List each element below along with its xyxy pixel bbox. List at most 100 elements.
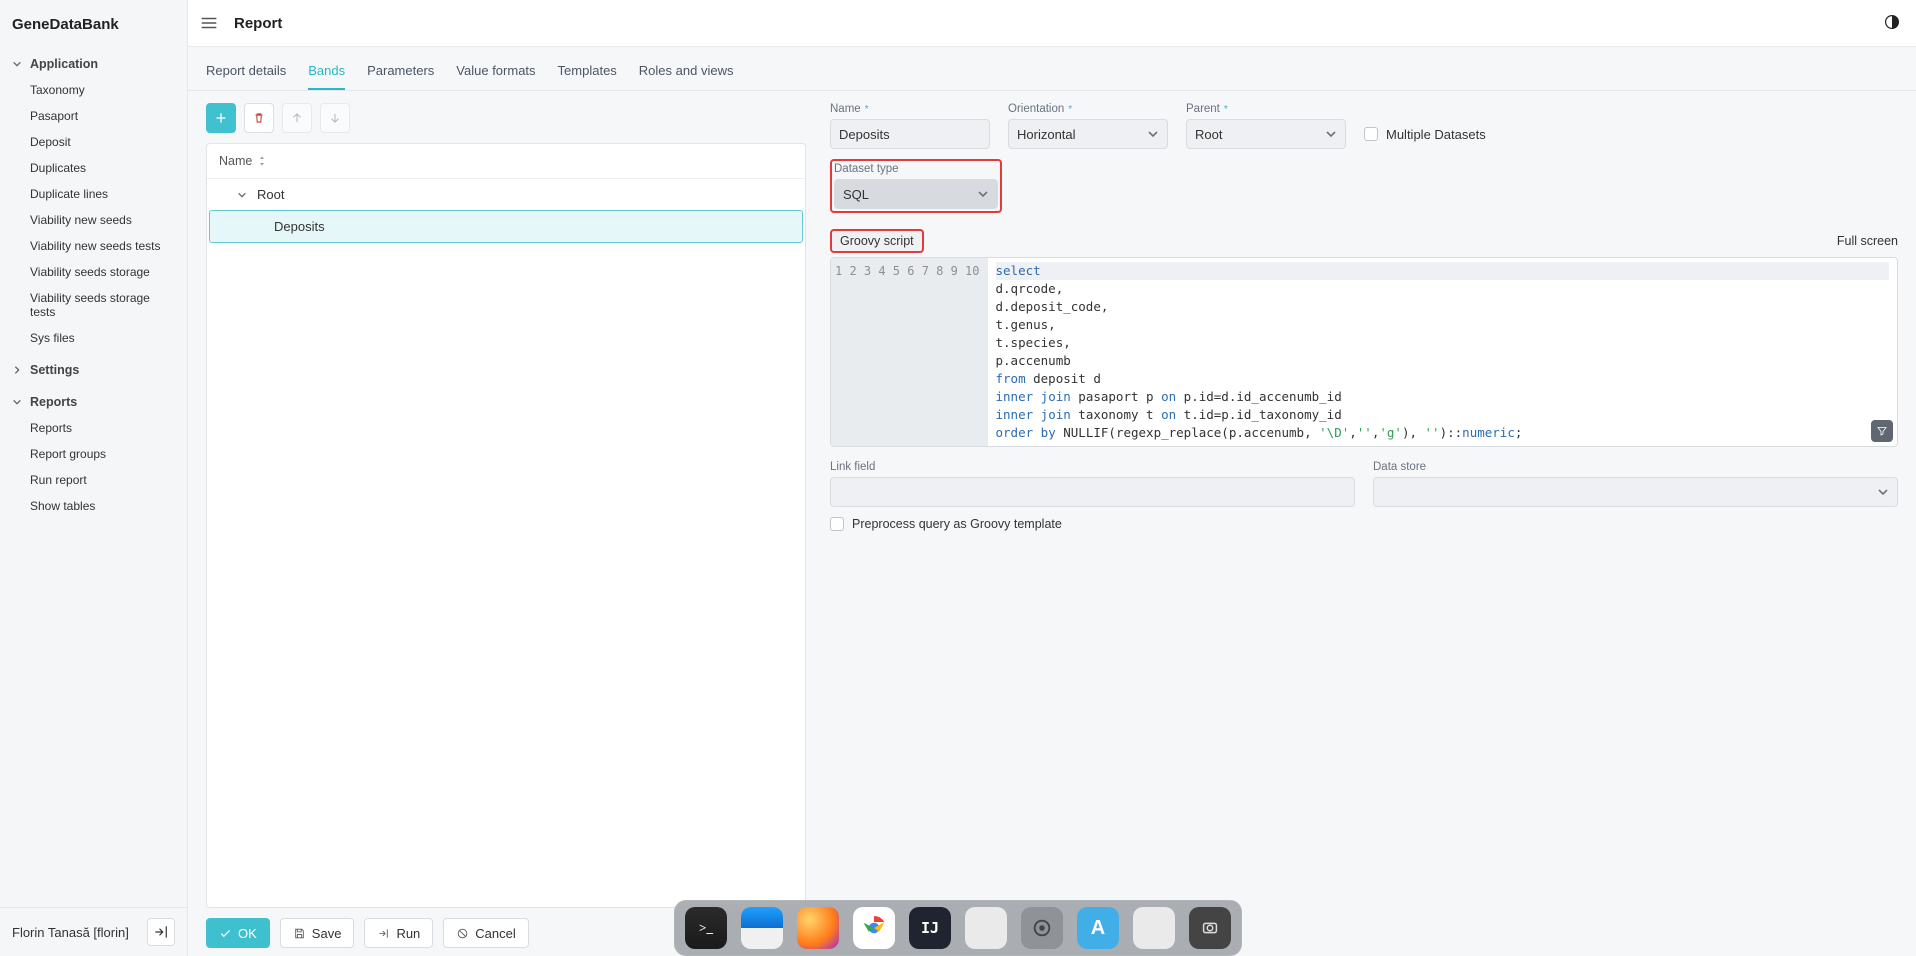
theme-toggle-button[interactable]	[1884, 14, 1902, 32]
dock-firefox-icon[interactable]	[797, 907, 839, 949]
move-down-button[interactable]	[320, 103, 350, 133]
delete-band-button[interactable]	[244, 103, 274, 133]
tab-templates[interactable]: Templates	[558, 57, 617, 90]
tab-parameters[interactable]: Parameters	[367, 57, 434, 90]
sidebar-header-label: Settings	[30, 363, 79, 377]
sidebar-item-viability-seeds-storage[interactable]: Viability seeds storage	[0, 259, 187, 285]
label-preprocess: Preprocess query as Groovy template	[852, 517, 1062, 531]
menu-toggle-button[interactable]	[196, 10, 222, 36]
funnel-icon	[1876, 425, 1888, 437]
run-button[interactable]: Run	[364, 918, 433, 948]
tab-roles-and-views[interactable]: Roles and views	[639, 57, 734, 90]
sort-icon	[258, 155, 266, 167]
chevron-down-icon	[1877, 486, 1889, 498]
dock-app2-icon[interactable]	[1133, 907, 1175, 949]
sidebar-item-pasaport[interactable]: Pasaport	[0, 103, 187, 129]
dock-terminal-icon[interactable]: >_	[685, 907, 727, 949]
band-row-root[interactable]: Root	[207, 179, 805, 210]
tab-value-formats[interactable]: Value formats	[456, 57, 535, 90]
bands-left-column: Name Root	[206, 103, 806, 908]
sidebar-item-show-tables[interactable]: Show tables	[0, 493, 187, 519]
sidebar-header-reports[interactable]: Reports	[0, 389, 187, 415]
sidebar-header-application[interactable]: Application	[0, 51, 187, 77]
field-link-field: Link field	[830, 461, 1355, 507]
sidebar-item-deposit[interactable]: Deposit	[0, 129, 187, 155]
highlight-dataset-type: Dataset type SQL	[830, 159, 1002, 213]
tab-bands[interactable]: Bands	[308, 57, 345, 90]
move-up-button[interactable]	[282, 103, 312, 133]
chevron-down-icon	[977, 188, 989, 200]
brand-title: GeneDataBank	[0, 0, 187, 47]
logout-button[interactable]	[147, 918, 175, 946]
field-multiple-datasets[interactable]: Multiple Datasets	[1364, 119, 1486, 149]
plus-icon	[214, 111, 228, 125]
checkbox-preprocess[interactable]	[830, 517, 844, 531]
dock-intellij-icon[interactable]: IJ	[909, 907, 951, 949]
dock-settings-icon[interactable]	[1021, 907, 1063, 949]
field-preprocess[interactable]: Preprocess query as Groovy template	[830, 517, 1898, 531]
content-area: Report details Bands Parameters Value fo…	[188, 47, 1916, 956]
dock-screenshot-icon[interactable]	[1189, 907, 1231, 949]
label-link-field: Link field	[830, 461, 1355, 473]
label-orientation: Orientation	[1008, 103, 1168, 115]
select-orientation[interactable]: Horizontal	[1008, 119, 1168, 149]
band-row-deposits[interactable]: Deposits	[209, 210, 803, 243]
ok-button[interactable]: OK	[206, 918, 270, 948]
select-dataset-type-value: SQL	[843, 187, 869, 202]
sidebar-item-duplicates[interactable]: Duplicates	[0, 155, 187, 181]
sidebar-section-reports: Reports Reports Report groups Run report…	[0, 385, 187, 521]
sidebar-item-report-groups[interactable]: Report groups	[0, 441, 187, 467]
tab-report-details[interactable]: Report details	[206, 57, 286, 90]
chevron-down-icon	[237, 190, 249, 200]
trash-icon	[252, 111, 266, 125]
sidebar-item-duplicate-lines[interactable]: Duplicate lines	[0, 181, 187, 207]
contrast-icon	[1884, 14, 1902, 30]
sidebar-item-reports[interactable]: Reports	[0, 415, 187, 441]
checkbox-multiple-datasets[interactable]	[1364, 127, 1378, 141]
sidebar-item-viability-new-seeds-tests[interactable]: Viability new seeds tests	[0, 233, 187, 259]
dock-chrome-icon[interactable]	[853, 907, 895, 949]
sidebar-section-application: Application Taxonomy Pasaport Deposit Du…	[0, 47, 187, 353]
field-parent: Parent Root	[1186, 103, 1346, 149]
main-area: Report Report details Bands Parameters V…	[188, 0, 1916, 956]
select-data-store[interactable]	[1373, 477, 1898, 507]
input-name[interactable]: Deposits	[830, 119, 990, 149]
add-band-button[interactable]	[206, 103, 236, 133]
bands-column-label: Name	[219, 154, 252, 168]
select-parent[interactable]: Root	[1186, 119, 1346, 149]
dock-app-icon[interactable]	[965, 907, 1007, 949]
logout-icon	[154, 925, 168, 939]
bands-column-name[interactable]: Name	[207, 144, 805, 179]
sidebar-header-settings[interactable]: Settings	[0, 357, 187, 383]
code-content[interactable]: select d.qrcode, d.deposit_code, t.genus…	[988, 258, 1898, 446]
sidebar-header-label: Application	[30, 57, 98, 71]
current-user-name: Florin Tanasă [florin]	[12, 925, 129, 940]
sql-code-editor[interactable]: 1 2 3 4 5 6 7 8 9 10 select d.qrcode, d.…	[830, 257, 1898, 447]
input-link-field[interactable]	[830, 477, 1355, 507]
sidebar-header-label: Reports	[30, 395, 77, 409]
label-dataset-type: Dataset type	[834, 163, 998, 175]
fullscreen-link[interactable]: Full screen	[1837, 234, 1898, 248]
page-title: Report	[234, 15, 282, 32]
sidebar-item-taxonomy[interactable]: Taxonomy	[0, 77, 187, 103]
cancel-button[interactable]: Cancel	[443, 918, 528, 948]
chevron-down-icon	[1325, 128, 1337, 140]
select-orientation-value: Horizontal	[1017, 127, 1076, 142]
chevron-down-icon	[10, 397, 24, 407]
current-user-row: Florin Tanasă [florin]	[0, 907, 187, 956]
sidebar-item-viability-new-seeds[interactable]: Viability new seeds	[0, 207, 187, 233]
sidebar-item-sys-files[interactable]: Sys files	[0, 325, 187, 351]
band-row-label: Root	[257, 187, 284, 202]
save-button[interactable]: Save	[280, 918, 355, 948]
sidebar-item-run-report[interactable]: Run report	[0, 467, 187, 493]
select-dataset-type[interactable]: SQL	[834, 179, 998, 209]
bands-rows: Root Deposits	[207, 179, 805, 907]
dock-finder-icon[interactable]	[741, 907, 783, 949]
bands-tree-table: Name Root	[206, 143, 806, 908]
hamburger-icon	[200, 14, 218, 32]
sidebar-item-viability-seeds-storage-tests[interactable]: Viability seeds storage tests	[0, 285, 187, 325]
editor-floating-button[interactable]	[1871, 420, 1893, 442]
input-name-value: Deposits	[839, 127, 890, 142]
field-dataset-type: Dataset type SQL	[834, 163, 998, 209]
dock-xcode-icon[interactable]: A	[1077, 907, 1119, 949]
